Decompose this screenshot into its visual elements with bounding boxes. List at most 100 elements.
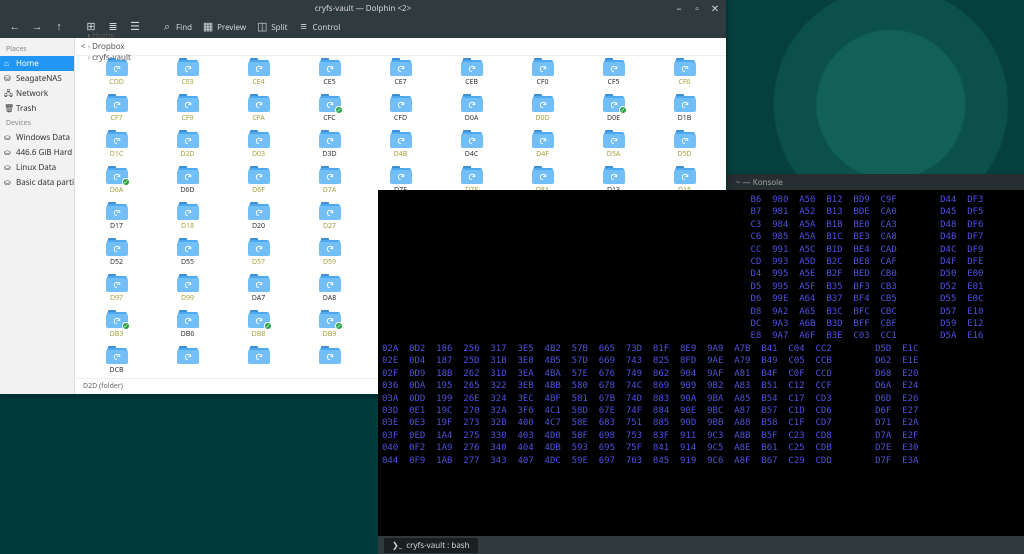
folder-label: CF0 [536,78,548,87]
folder-item[interactable]: CE4 [223,60,294,96]
folder-label: D97 [110,294,123,303]
breadcrumb-segment[interactable]: › Home [88,30,131,41]
folder-label: D6A [110,186,124,195]
folder-item[interactable] [294,348,365,378]
folder-item[interactable]: D6D [152,168,223,204]
folder-item[interactable]: D99 [152,276,223,312]
folder-icon [532,60,554,76]
folder-item[interactable]: CE3 [152,60,223,96]
folder-item[interactable]: D59 [294,240,365,276]
sidebar-item-device[interactable]: ⛀Windows Data [0,130,74,145]
folder-item[interactable]: CF7 [81,96,152,132]
folder-item[interactable]: DA8 [294,276,365,312]
sidebar-item-seagatenas[interactable]: ⛁SeagateNAS [0,71,74,86]
folder-item[interactable]: D2D [152,132,223,168]
folder-item[interactable]: D5D [649,132,720,168]
folder-item[interactable]: CFA [223,96,294,132]
split-button[interactable]: ◫Split [253,18,290,36]
synced-emblem-icon [122,322,130,330]
folder-item[interactable]: D0E [578,96,649,132]
sidebar-item-device[interactable]: ⛀Linux Data [0,160,74,175]
taskbar-tab[interactable]: ❯_ cryfs-vault : bash [384,538,478,553]
folder-label: D99 [181,294,194,303]
folder-item[interactable]: CF9 [152,96,223,132]
find-button[interactable]: ⌕Find [158,18,195,36]
folder-icon [319,276,341,292]
folder-icon [532,132,554,148]
folder-item[interactable]: D6A [81,168,152,204]
minimize-button[interactable]: – [674,3,684,13]
folder-item[interactable]: D27 [294,204,365,240]
folder-icon [106,348,128,364]
folder-item[interactable]: D0A [436,96,507,132]
folder-icon [177,348,199,364]
folder-item[interactable]: D4B [365,132,436,168]
close-button[interactable]: ✕ [710,3,720,13]
folder-item[interactable]: D03 [223,132,294,168]
folder-item[interactable]: DB3 [81,312,152,348]
folder-item[interactable]: CEB [436,60,507,96]
breadcrumb-back[interactable]: < [81,41,86,52]
folder-item[interactable] [223,348,294,378]
folder-icon [532,168,554,184]
folder-item[interactable]: D18 [152,204,223,240]
folder-item[interactable]: D3D [294,132,365,168]
sidebar-item-device[interactable]: ⛀446.6 GiB Hard Drive [0,145,74,160]
control-button[interactable]: ≡Control [295,18,344,36]
folder-item[interactable]: D7A [294,168,365,204]
folder-item[interactable]: D17 [81,204,152,240]
folder-item[interactable]: DB9 [294,312,365,348]
folder-item[interactable]: CDD [81,60,152,96]
breadcrumb-segment[interactable]: › Dropbox [88,41,131,52]
folder-item[interactable]: D52 [81,240,152,276]
folder-item[interactable]: CFD [365,96,436,132]
folder-item[interactable]: D1B [649,96,720,132]
sidebar-item-home[interactable]: ⌂Home [0,56,74,71]
back-button[interactable]: ← [6,18,24,36]
folder-icon [603,168,625,184]
window-titlebar[interactable]: cryfs-vault — Dolphin <2> – ▫ ✕ [0,0,726,16]
folder-item[interactable]: D0D [507,96,578,132]
terminal-output[interactable]: B6 980 A50 B12 BD9 C9F D44 DF3 B7 981 A5… [378,190,1024,536]
folder-item[interactable]: D20 [223,204,294,240]
folder-item[interactable]: CF6 [649,60,720,96]
maximize-button[interactable]: ▫ [692,3,702,13]
folder-item[interactable]: D97 [81,276,152,312]
preview-icon: ▦ [202,21,214,33]
folder-icon [674,96,696,112]
preview-button[interactable]: ▦Preview [199,18,249,36]
folder-item[interactable] [152,348,223,378]
folder-label: CFD [394,114,407,123]
folder-item[interactable]: CE5 [294,60,365,96]
folder-icon [461,96,483,112]
disk-icon: ⛀ [4,147,13,156]
synced-emblem-icon [335,106,343,114]
folder-item[interactable]: D55 [152,240,223,276]
folder-item[interactable]: D5A [578,132,649,168]
folder-item[interactable]: D6F [223,168,294,204]
folder-label: DB6 [181,330,195,339]
folder-label: CF7 [110,114,122,123]
folder-item[interactable]: DB6 [152,312,223,348]
folder-item[interactable]: CF0 [507,60,578,96]
folder-item[interactable]: DCB [81,348,152,378]
folder-item[interactable]: D4C [436,132,507,168]
folder-label: CDD [109,78,124,87]
sidebar-item-trash[interactable]: 🗑Trash [0,101,74,116]
folder-item[interactable]: DB8 [223,312,294,348]
folder-item[interactable]: DA7 [223,276,294,312]
folder-label: CFA [252,114,264,123]
sidebar-item-device[interactable]: ⛀Basic data partition [0,175,74,190]
places-heading: Places [0,42,74,56]
folder-item[interactable]: CF5 [578,60,649,96]
folder-item[interactable]: CFC [294,96,365,132]
folder-icon [106,312,128,328]
up-button[interactable]: ↑ [50,18,68,36]
folder-item[interactable]: D4F [507,132,578,168]
forward-button[interactable]: → [28,18,46,36]
sidebar-item-network[interactable]: 🖧Network [0,86,74,101]
folder-icon [248,60,270,76]
folder-item[interactable]: D1C [81,132,152,168]
folder-item[interactable]: CE7 [365,60,436,96]
folder-item[interactable]: D57 [223,240,294,276]
